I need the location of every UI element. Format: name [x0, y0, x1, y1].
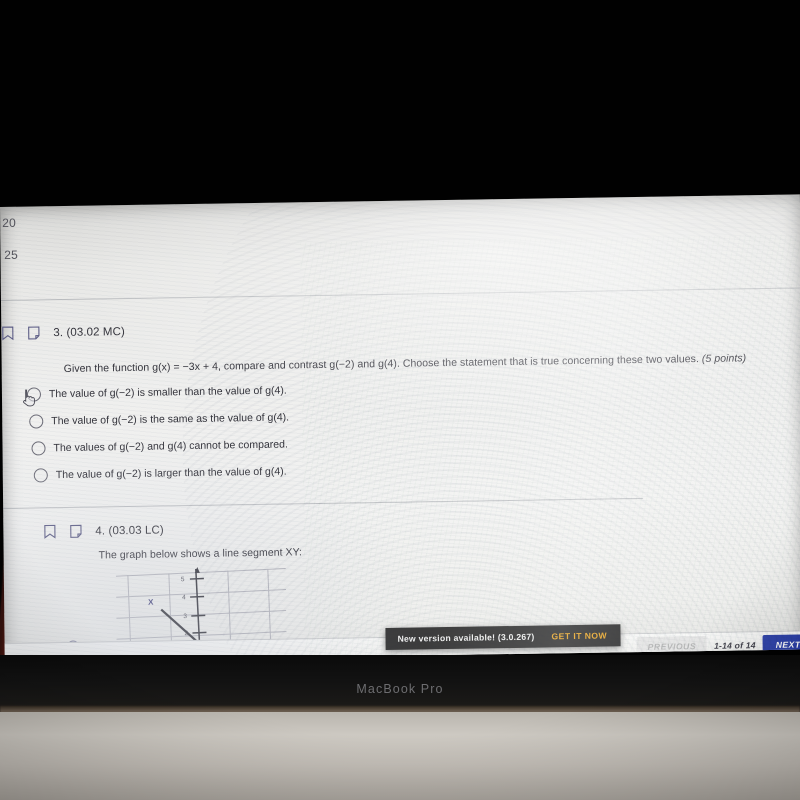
- note-icon[interactable]: [69, 524, 82, 539]
- question-3-points: (5 points): [701, 352, 747, 365]
- get-it-now-button[interactable]: GET IT NOW: [551, 631, 607, 642]
- radio-button-4[interactable]: [33, 468, 48, 483]
- quiz-page: 20 ) 25 3. (03.02 MC) Given the function…: [0, 194, 800, 662]
- line-segment-xy: [160, 608, 200, 644]
- question-3-prompt: Given the function g(x) = −3x + 4, compa…: [64, 352, 747, 375]
- radio-button-2[interactable]: [29, 414, 44, 429]
- keyboard-deck: esc ~ ! @ # $ %: [0, 712, 800, 800]
- cutoff-text-25: ) 25: [0, 247, 19, 262]
- answer-option-1-label: The value of g(−2) is smaller than the v…: [48, 384, 287, 401]
- answer-option-3-label: The values of g(−2) and g(4) cannot be c…: [53, 438, 288, 455]
- answer-option-4-label: The value of g(−2) is larger than the va…: [55, 465, 287, 482]
- point-label-x: X: [148, 598, 154, 607]
- question-4-number: 4. (03.03 LC): [95, 523, 164, 538]
- answer-option-3[interactable]: The values of g(−2) and g(4) cannot be c…: [31, 438, 288, 456]
- y-tick-3: 3: [183, 613, 187, 620]
- question-4-header: 4. (03.03 LC): [43, 522, 164, 539]
- bookmark-icon[interactable]: [43, 524, 56, 539]
- laptop-screen: 20 ) 25 3. (03.02 MC) Given the function…: [0, 194, 800, 662]
- cutoff-text-20: 20: [2, 215, 16, 230]
- section-divider-middle: [3, 497, 644, 509]
- question-3-prompt-text: Given the function g(x) = −3x + 4, compa…: [63, 353, 699, 376]
- question-3-header: 3. (03.02 MC): [1, 324, 125, 341]
- note-icon[interactable]: [27, 325, 40, 340]
- section-divider-top: [0, 287, 800, 301]
- new-version-toast: New version available! (3.0.267) GET IT …: [385, 624, 621, 650]
- radio-button-1[interactable]: [26, 387, 42, 402]
- macbook-pro-branding: MacBook Pro: [356, 682, 444, 696]
- radio-button-3[interactable]: [31, 441, 46, 456]
- bookmark-icon[interactable]: [1, 326, 14, 341]
- question-4-prompt: The graph below shows a line segment XY:: [98, 546, 303, 562]
- answer-option-2[interactable]: The value of g(−2) is the same as the va…: [29, 410, 290, 429]
- y-tick-5: 5: [181, 576, 185, 583]
- y-tick-4: 4: [182, 594, 186, 601]
- photograph-of-laptop: 20 ) 25 3. (03.02 MC) Given the function…: [0, 0, 800, 800]
- answer-option-1[interactable]: The value of g(−2) is smaller than the v…: [26, 384, 287, 402]
- toast-message: New version available! (3.0.267): [397, 631, 535, 644]
- pagination-count: 1-14 of 14: [713, 640, 756, 651]
- answer-option-4[interactable]: The value of g(−2) is larger than the va…: [33, 465, 287, 483]
- line-segment-graph: 5 4 3 2 X: [115, 566, 287, 647]
- question-3-number: 3. (03.02 MC): [53, 325, 125, 339]
- answer-option-2-label: The value of g(−2) is the same as the va…: [51, 411, 290, 428]
